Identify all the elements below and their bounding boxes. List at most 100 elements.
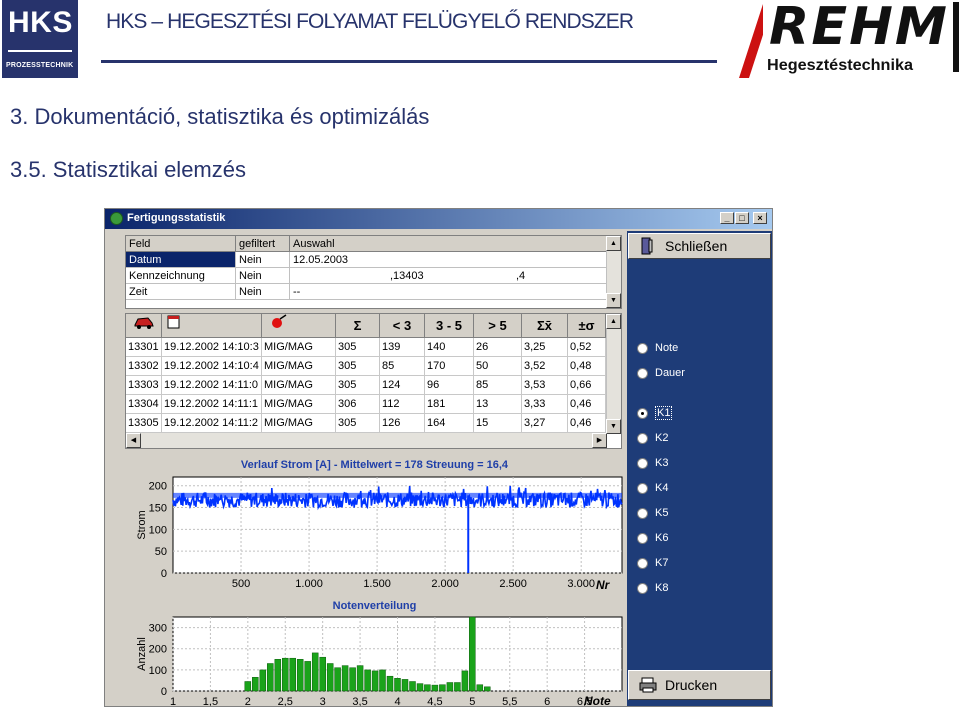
scroll-up-icon[interactable]: ▲ bbox=[606, 236, 621, 251]
filter-row[interactable]: Kennzeichnung Nein ,13403 ,4 bbox=[126, 268, 608, 284]
histogram-bar bbox=[341, 665, 349, 692]
x-axis-label: Note bbox=[584, 694, 611, 707]
table-cell: 3,27 bbox=[522, 414, 568, 433]
filter-filtered[interactable]: Nein bbox=[236, 252, 290, 268]
x-tick-label: 2.000 bbox=[431, 578, 459, 590]
table-cell: 85 bbox=[380, 357, 425, 376]
filter-field[interactable]: Datum bbox=[126, 252, 236, 268]
table-row[interactable]: 13303 19.12.2002 14:11:0 MIG/MAG 305 124 96 85… bbox=[126, 376, 606, 395]
histogram-bar bbox=[304, 661, 311, 692]
calendar-icon[interactable] bbox=[162, 314, 262, 338]
x-tick-label: 6 bbox=[544, 696, 550, 707]
y-tick-label: 50 bbox=[155, 546, 167, 558]
table-cell: 50 bbox=[474, 357, 522, 376]
filter-field[interactable]: Kennzeichnung bbox=[126, 268, 236, 284]
filter-selection[interactable]: ,13403 ,4 bbox=[290, 268, 608, 284]
filter-header-filtered[interactable]: gefiltert bbox=[236, 236, 290, 252]
table-cell: 13302 bbox=[126, 357, 162, 376]
radio-button-icon[interactable] bbox=[637, 408, 648, 419]
histogram-bar bbox=[326, 663, 334, 692]
histogram-bar bbox=[252, 677, 259, 692]
header-below-3[interactable]: < 3 bbox=[380, 314, 425, 338]
scroll-down-icon[interactable]: ▼ bbox=[606, 293, 621, 308]
histogram-bar bbox=[461, 670, 469, 692]
table-cell: 0,46 bbox=[568, 395, 606, 414]
table-cell: 139 bbox=[380, 338, 425, 357]
close-button[interactable]: × bbox=[753, 212, 767, 224]
filter-filtered[interactable]: Nein bbox=[236, 268, 290, 284]
table-row[interactable]: 13305 19.12.2002 14:11:2 MIG/MAG 305 126 164 1… bbox=[126, 414, 606, 433]
x-tick-label: 2,5 bbox=[278, 696, 293, 707]
y-tick-label: 150 bbox=[149, 503, 167, 515]
rehm-logo-subtext: Hegesztéstechnika bbox=[767, 57, 913, 74]
radio-label: K2 bbox=[655, 432, 669, 444]
radio-button-icon[interactable] bbox=[637, 368, 648, 379]
current-chart-svg: 0 50 100 150 200 500 1.000 1.500 2.000 2.500 3.000… bbox=[136, 476, 623, 592]
header-above-5[interactable]: > 5 bbox=[474, 314, 522, 338]
scroll-left-icon[interactable]: ◀ bbox=[126, 433, 141, 448]
process-icon[interactable] bbox=[262, 314, 336, 338]
car-icon[interactable] bbox=[126, 314, 162, 338]
radio-button-icon[interactable] bbox=[637, 558, 648, 569]
table-cell: 0,46 bbox=[568, 414, 606, 433]
header-mean[interactable]: Σx̄ bbox=[522, 314, 568, 338]
header-sum[interactable]: Σ bbox=[336, 314, 380, 338]
histogram-bar bbox=[274, 659, 282, 692]
maximize-button[interactable]: □ bbox=[735, 212, 749, 224]
table-cell: 124 bbox=[380, 376, 425, 395]
radio-button-icon[interactable] bbox=[637, 343, 648, 354]
x-tick-label: 2 bbox=[245, 696, 251, 707]
scroll-right-icon[interactable]: ▶ bbox=[592, 433, 607, 448]
radio-label: K7 bbox=[655, 557, 669, 569]
table-row[interactable]: 13302 19.12.2002 14:10:4 MIG/MAG 305 85 170 50… bbox=[126, 357, 606, 376]
filter-filtered[interactable]: Nein bbox=[236, 284, 290, 300]
table-cell: 13 bbox=[474, 395, 522, 414]
table-cell: 13305 bbox=[126, 414, 162, 433]
print-label: Drucken bbox=[665, 677, 718, 693]
radio-button-icon[interactable] bbox=[637, 508, 648, 519]
histogram-bar bbox=[439, 684, 446, 692]
header-sigma[interactable]: ±σ bbox=[568, 314, 606, 338]
histogram-bar bbox=[401, 679, 409, 692]
y-tick-label: 0 bbox=[161, 686, 167, 698]
hks-logo-subtext: PROZESSTECHNIK bbox=[6, 62, 74, 69]
filter-header-selection[interactable]: Auswahl bbox=[290, 236, 608, 252]
window-titlebar[interactable]: Fertigungsstatistik _ □ × bbox=[105, 209, 772, 229]
rehm-logo: REHM Hegesztéstechnika bbox=[733, 0, 960, 80]
radio-button-icon[interactable] bbox=[637, 458, 648, 469]
page-title: HKS – HEGESZTÉSI FOLYAMAT FELÜGYELŐ REND… bbox=[106, 10, 634, 33]
histogram-bar bbox=[244, 681, 252, 692]
data-table: Σ < 3 3 - 5 > 5 Σx̄ ±σ 13301 19.12.2002 1… bbox=[125, 313, 622, 449]
scroll-down-icon[interactable]: ▼ bbox=[606, 419, 621, 434]
table-cell: 19.12.2002 14:11:2 bbox=[162, 414, 262, 433]
histogram-bar bbox=[476, 684, 484, 692]
current-chart-title: Verlauf Strom [A] - Mittelwert = 178 Str… bbox=[240, 459, 509, 471]
rehm-logo-text: REHM bbox=[769, 0, 949, 57]
x-tick-label: 1.500 bbox=[363, 578, 391, 590]
minimize-button[interactable]: _ bbox=[720, 212, 734, 224]
histogram-bar bbox=[311, 652, 319, 692]
filter-field[interactable]: Zeit bbox=[126, 284, 236, 300]
radio-button-icon[interactable] bbox=[637, 483, 648, 494]
table-vscrollbar[interactable]: ▲ ▼ bbox=[606, 314, 621, 434]
filter-scrollbar[interactable]: ▲ ▼ bbox=[606, 236, 621, 308]
filter-row[interactable]: Zeit Nein -- bbox=[126, 284, 608, 300]
printer-icon bbox=[639, 677, 657, 693]
table-row[interactable]: 13301 19.12.2002 14:10:3 MIG/MAG 305 139 140 2… bbox=[126, 338, 606, 357]
filter-selection[interactable]: -- bbox=[290, 284, 608, 300]
filter-header-field[interactable]: Feld bbox=[126, 236, 236, 252]
table-hscrollbar[interactable]: ◀ ▶ bbox=[126, 433, 607, 448]
radio-button-icon[interactable] bbox=[637, 433, 648, 444]
close-window-button[interactable]: Schließen bbox=[628, 233, 771, 259]
header-3-5[interactable]: 3 - 5 bbox=[425, 314, 474, 338]
radio-button-icon[interactable] bbox=[637, 583, 648, 594]
table-row[interactable]: 13304 19.12.2002 14:11:1 MIG/MAG 306 112 181 1… bbox=[126, 395, 606, 414]
scroll-up-icon[interactable]: ▲ bbox=[606, 314, 621, 329]
print-button[interactable]: Drucken bbox=[628, 670, 771, 700]
radio-button-icon[interactable] bbox=[637, 533, 648, 544]
filter-row[interactable]: Datum Nein 12.05.2003 bbox=[126, 252, 608, 268]
x-tick-label: 3 bbox=[320, 696, 326, 707]
radio-label: K4 bbox=[655, 482, 669, 494]
filter-selection[interactable]: 12.05.2003 bbox=[290, 252, 608, 268]
y-tick-label: 200 bbox=[149, 481, 167, 493]
